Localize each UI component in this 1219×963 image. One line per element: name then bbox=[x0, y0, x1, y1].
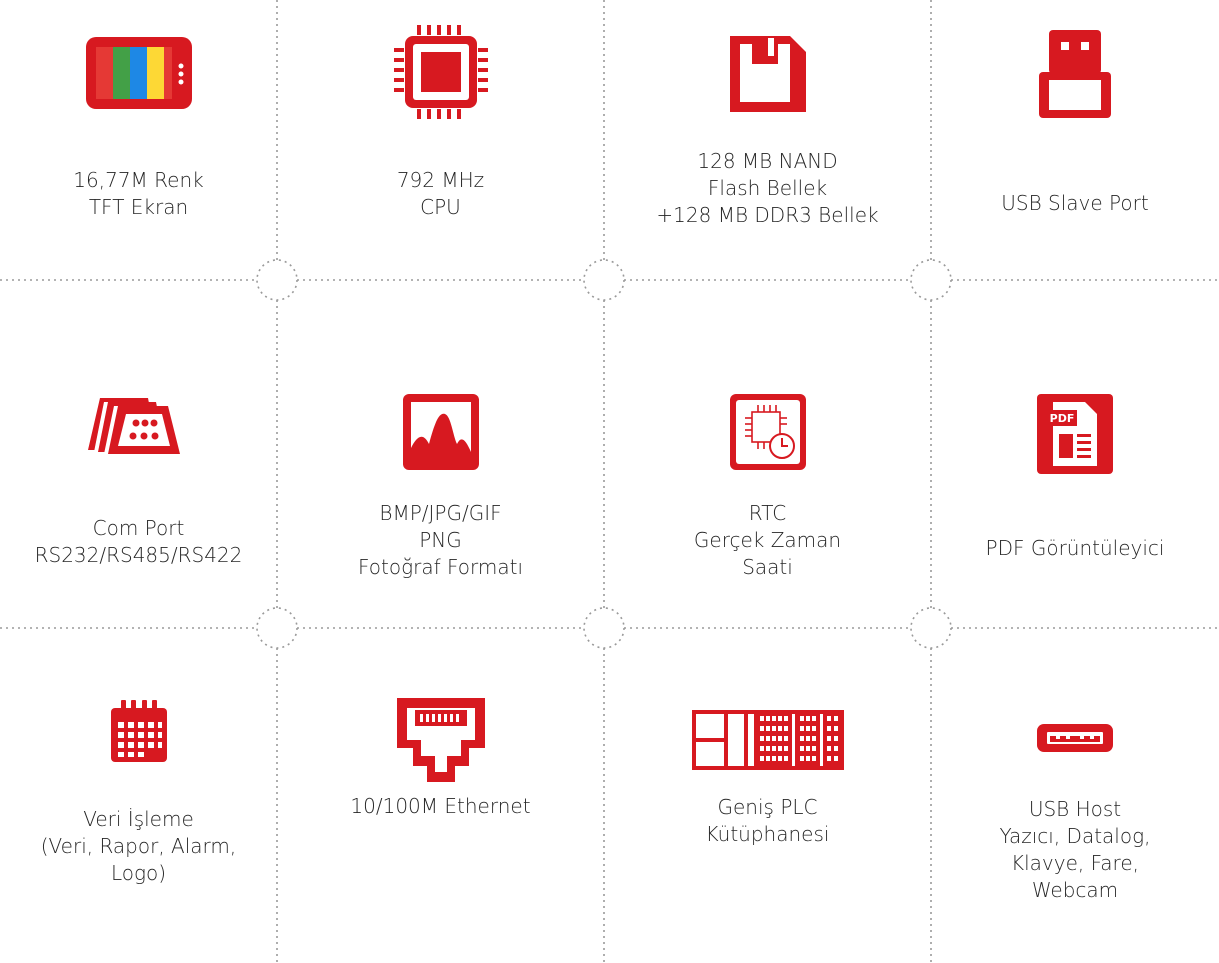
feature-label-line: Flash Bellek bbox=[707, 176, 828, 200]
feature-label-line: 128 MB NAND bbox=[697, 149, 838, 173]
usb-host-connector-icon bbox=[931, 722, 1219, 754]
feature-label-line: Fotoğraf Formatı bbox=[357, 555, 524, 579]
color-tv-screen-icon bbox=[0, 33, 277, 113]
feature-cell-usb-slave: USB Slave Port bbox=[931, 0, 1219, 280]
feature-cell-image-formats: BMP/JPG/GIF PNG Fotoğraf Formatı bbox=[277, 280, 604, 628]
feature-label-line: USB Slave Port bbox=[1001, 191, 1149, 215]
pdf-document-icon: PDF bbox=[931, 392, 1219, 476]
feature-label-line: CPU bbox=[420, 195, 461, 219]
feature-label-line: 792 MHz bbox=[396, 168, 485, 192]
calendar-icon bbox=[0, 700, 277, 764]
feature-label-line: 10/100M Ethernet bbox=[350, 794, 531, 818]
feature-label-line: USB Host bbox=[1028, 797, 1122, 821]
feature-label-line: 16,77M Renk bbox=[73, 168, 204, 192]
feature-cell-usb-host: USB Host Yazıcı, Datalog, Klavye, Fare, … bbox=[931, 628, 1219, 963]
feature-cell-rtc: RTC Gerçek Zaman Saati bbox=[604, 280, 931, 628]
svg-text:PDF: PDF bbox=[1050, 412, 1075, 425]
feature-label-line: RS232/RS485/RS422 bbox=[34, 543, 243, 567]
flash-memory-icon bbox=[604, 32, 931, 116]
feature-cell-data-processing: Veri İşleme (Veri, Rapor, Alarm, Logo) bbox=[0, 628, 277, 963]
plc-library-icon bbox=[604, 708, 931, 772]
feature-cell-ethernet: 10/100M Ethernet bbox=[277, 628, 604, 963]
feature-label-line: Klavye, Fare, bbox=[1011, 851, 1139, 875]
image-photo-icon bbox=[277, 392, 604, 472]
serial-port-icon bbox=[0, 390, 277, 460]
feature-label-line: (Veri, Rapor, Alarm, bbox=[40, 834, 237, 858]
usb-slave-connector-icon bbox=[931, 26, 1219, 122]
feature-cell-display: 16,77M Renk TFT Ekran bbox=[0, 0, 277, 280]
feature-label-line: Geniş PLC bbox=[717, 795, 818, 819]
feature-label-line: PDF Görüntüleyici bbox=[985, 536, 1165, 560]
feature-label-line: Saati bbox=[742, 555, 793, 579]
feature-cell-plc-library: Geniş PLC Kütüphanesi bbox=[604, 628, 931, 963]
feature-label-line: PNG bbox=[419, 528, 462, 552]
feature-label-line: RTC bbox=[748, 501, 787, 525]
cpu-chip-icon bbox=[277, 22, 604, 122]
feature-label-line: Yazıcı, Datalog, bbox=[999, 824, 1151, 848]
rtc-clock-chip-icon bbox=[604, 392, 931, 472]
feature-label-line: Veri İşleme bbox=[83, 807, 194, 831]
feature-label-line: Logo) bbox=[110, 861, 167, 885]
feature-cell-memory: 128 MB NAND Flash Bellek +128 MB DDR3 Be… bbox=[604, 0, 931, 280]
feature-label-line: Webcam bbox=[1031, 878, 1119, 902]
feature-grid: 16,77M Renk TFT Ekran 792 MHz CPU 128 MB… bbox=[0, 0, 1219, 963]
feature-label-line: BMP/JPG/GIF bbox=[379, 501, 502, 525]
feature-label-line: Com Port bbox=[92, 516, 185, 540]
feature-label-line: Kütüphanesi bbox=[705, 822, 830, 846]
feature-label-line: TFT Ekran bbox=[88, 195, 189, 219]
feature-label-line: +128 MB DDR3 Bellek bbox=[656, 203, 879, 227]
feature-cell-cpu: 792 MHz CPU bbox=[277, 0, 604, 280]
feature-cell-pdf: PDF PDF Görüntüleyici bbox=[931, 280, 1219, 628]
feature-cell-com-port: Com Port RS232/RS485/RS422 bbox=[0, 280, 277, 628]
feature-label-line: Gerçek Zaman bbox=[693, 528, 842, 552]
ethernet-port-icon bbox=[277, 694, 604, 790]
